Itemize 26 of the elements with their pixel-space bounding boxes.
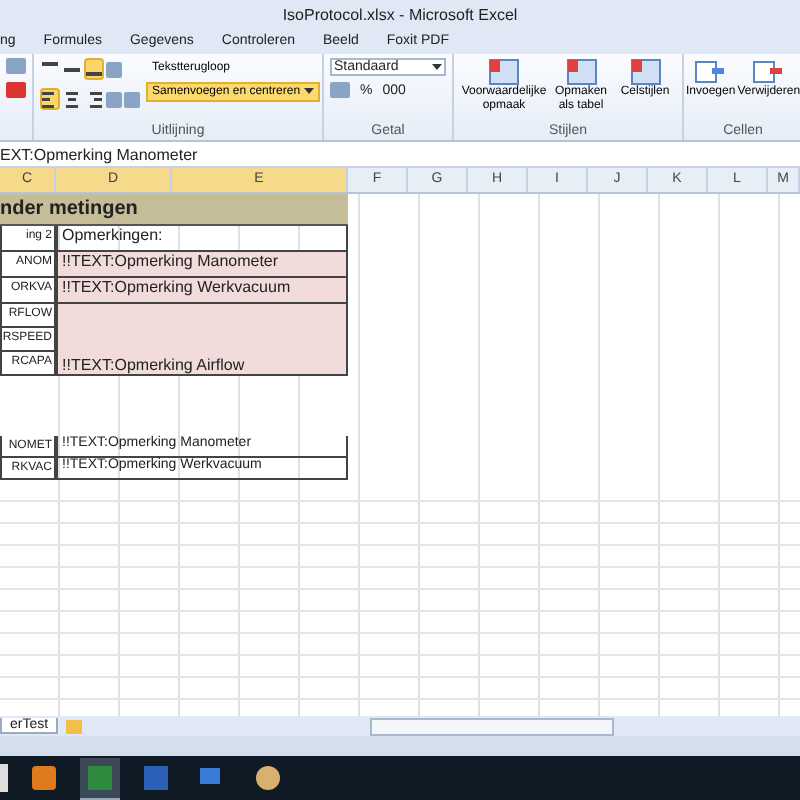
taskbar-app-button[interactable] bbox=[80, 757, 120, 799]
table-grid-icon bbox=[565, 58, 597, 86]
window-title: IsoProtocol.xlsx - Microsoft Excel bbox=[282, 5, 518, 23]
text-align-icon bbox=[86, 91, 102, 107]
table-cell: !!TEXT:Opmerking Werkvacuum bbox=[56, 278, 348, 304]
table-title-cell: nder metingen bbox=[0, 194, 348, 226]
app-icon bbox=[86, 763, 114, 791]
align-button[interactable] bbox=[40, 88, 60, 110]
align-button[interactable] bbox=[84, 58, 104, 80]
caret-icon bbox=[304, 87, 315, 94]
cells-icon bbox=[694, 58, 727, 86]
formula-field[interactable]: EXT:Opmerking Manometer bbox=[0, 145, 198, 163]
app-icon bbox=[254, 764, 282, 792]
cells-icon bbox=[752, 58, 785, 86]
caret-icon bbox=[432, 64, 442, 70]
table-grid-icon bbox=[488, 58, 520, 86]
align-button[interactable] bbox=[62, 88, 82, 110]
text-align-icon bbox=[64, 91, 80, 107]
table-grid-icon bbox=[629, 58, 661, 86]
align-button[interactable] bbox=[84, 88, 104, 110]
text-align-icon bbox=[42, 91, 58, 107]
horizontal-scrollbar[interactable] bbox=[370, 717, 615, 735]
table-cell: !!TEXT:Opmerking Manometer bbox=[56, 252, 348, 278]
table-cell: !!TEXT:Opmerking Airflow bbox=[56, 304, 348, 376]
app-icon bbox=[30, 764, 58, 792]
app-icon bbox=[142, 764, 170, 792]
